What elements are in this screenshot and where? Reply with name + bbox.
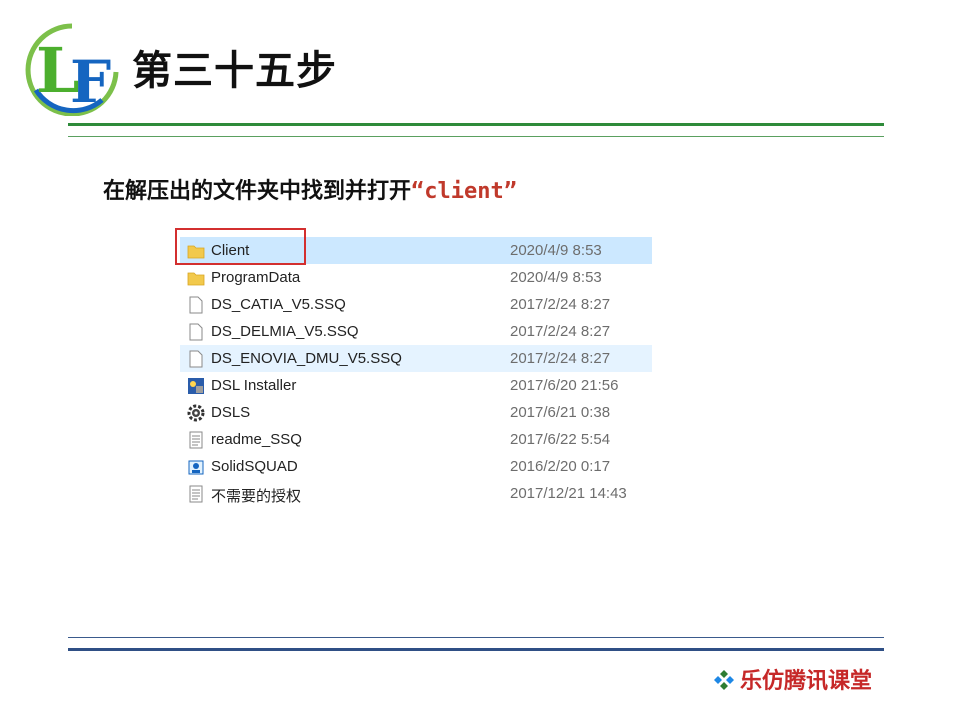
file-date: 2017/2/24 8:27 xyxy=(510,323,611,340)
footer-brand: 乐仿腾讯课堂 xyxy=(712,663,872,695)
file-row-ds-enovia[interactable]: DS_ENOVIA_DMU_V5.SSQ 2017/2/24 8:27 xyxy=(180,345,652,372)
top-divider xyxy=(68,123,884,126)
gear-icon xyxy=(187,404,205,422)
text-file-icon xyxy=(189,431,203,449)
file-row-programdata[interactable]: ProgramData 2020/4/9 8:53 xyxy=(180,264,652,291)
file-name: DS_CATIA_V5.SSQ xyxy=(211,296,346,313)
text-file-icon xyxy=(189,485,203,503)
installer-icon xyxy=(188,378,204,394)
footer-brand-text: 乐仿腾讯课堂 xyxy=(740,668,873,694)
file-date: 2017/12/21 14:43 xyxy=(510,485,627,502)
file-date: 2017/6/21 0:38 xyxy=(510,404,611,421)
instruction-prefix: 在解压出的文件夹中找到并打开 xyxy=(103,178,412,204)
file-name: readme_SSQ xyxy=(211,431,302,448)
file-date: 2017/6/22 5:54 xyxy=(510,431,611,448)
file-date: 2017/2/24 8:27 xyxy=(510,350,611,367)
file-date: 2020/4/9 8:53 xyxy=(510,242,602,259)
instruction-highlight: “client” xyxy=(411,179,517,204)
file-icon xyxy=(189,296,203,314)
file-date: 2016/2/20 0:17 xyxy=(510,458,611,475)
file-list: Client 2020/4/9 8:53 ProgramData 2020/4/… xyxy=(180,237,652,507)
file-row-readme[interactable]: readme_SSQ 2017/6/22 5:54 xyxy=(180,426,652,453)
page-title: 第三十五步 xyxy=(132,48,337,94)
top-divider-thin xyxy=(68,136,884,137)
client-highlight-box xyxy=(175,228,306,265)
file-name: ProgramData xyxy=(211,269,301,286)
file-icon xyxy=(189,350,203,368)
file-row-solidsquad[interactable]: SolidSQUAD 2016/2/20 0:17 xyxy=(180,453,652,480)
file-date: 2017/2/24 8:27 xyxy=(510,296,611,313)
file-row-dsl-installer[interactable]: DSL Installer 2017/6/20 21:56 xyxy=(180,372,652,399)
file-name: DSL Installer xyxy=(211,377,297,394)
bottom-divider-thin xyxy=(68,637,884,638)
instruction-text: 在解压出的文件夹中找到并打开“client” xyxy=(103,173,517,205)
app-icon xyxy=(188,460,204,475)
file-name: DSLS xyxy=(211,404,251,421)
bottom-divider xyxy=(68,648,884,651)
diamond-cluster-icon xyxy=(714,670,734,690)
svg-text:F: F xyxy=(70,48,111,116)
file-name: SolidSQUAD xyxy=(211,458,298,475)
lf-logo-icon: L F xyxy=(25,23,119,116)
file-name: DS_ENOVIA_DMU_V5.SSQ xyxy=(211,350,402,367)
file-row-ds-catia[interactable]: DS_CATIA_V5.SSQ 2017/2/24 8:27 xyxy=(180,291,652,318)
file-date: 2020/4/9 8:53 xyxy=(510,269,602,286)
file-row-unneeded-license[interactable]: 不需要的授权 2017/12/21 14:43 xyxy=(180,480,652,507)
file-row-ds-delmia[interactable]: DS_DELMIA_V5.SSQ 2017/2/24 8:27 xyxy=(180,318,652,345)
file-row-dsls[interactable]: DSLS 2017/6/21 0:38 xyxy=(180,399,652,426)
file-date: 2017/6/20 21:56 xyxy=(510,377,619,394)
file-name: 不需要的授权 xyxy=(211,488,302,505)
file-name: DS_DELMIA_V5.SSQ xyxy=(211,323,359,340)
file-icon xyxy=(189,323,203,341)
folder-icon xyxy=(187,272,205,286)
